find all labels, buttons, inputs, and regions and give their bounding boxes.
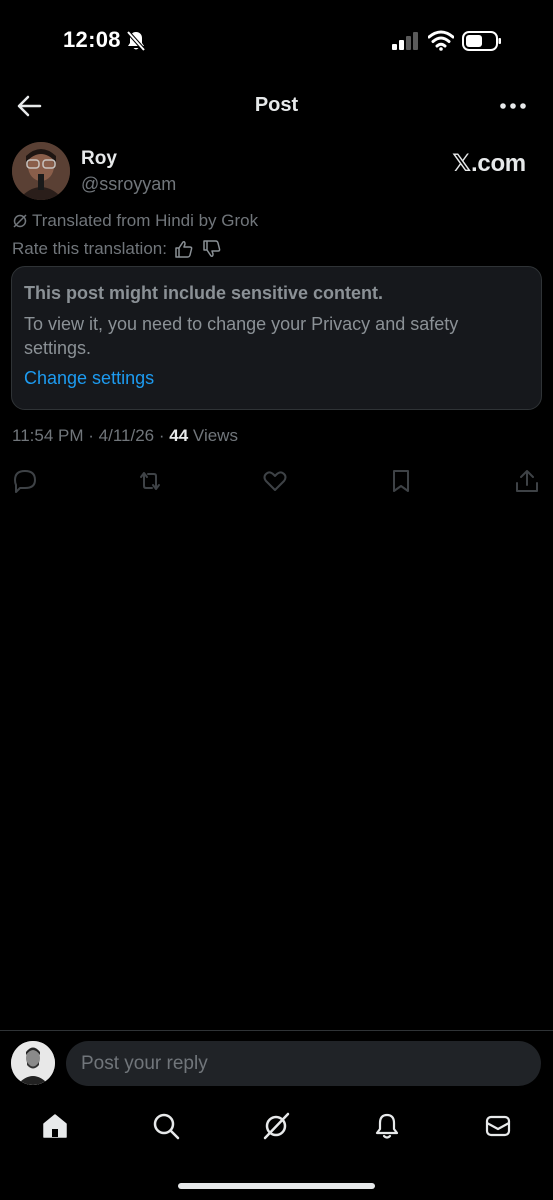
more-horizontal-icon[interactable] bbox=[498, 96, 528, 116]
post-time: 11:54 PM bbox=[12, 426, 84, 445]
rate-translation-label: Rate this translation: bbox=[12, 239, 167, 258]
author-handle[interactable]: @ssroyyam bbox=[81, 174, 176, 195]
avatar-image bbox=[12, 142, 70, 200]
bell-off-icon bbox=[126, 30, 146, 52]
reply-input[interactable] bbox=[66, 1041, 541, 1086]
repost-icon[interactable] bbox=[137, 468, 163, 494]
status-bar: 12:08 bbox=[0, 0, 553, 80]
translation-note-text: Translated from Hindi by Grok bbox=[32, 211, 259, 230]
reply-icon[interactable] bbox=[12, 468, 38, 494]
x-com-watermark: 𝕏.com bbox=[452, 150, 526, 177]
meta-separator: · bbox=[88, 426, 94, 445]
home-indicator[interactable] bbox=[178, 1183, 375, 1189]
thumbs-down-icon[interactable] bbox=[201, 239, 223, 259]
bottom-nav bbox=[0, 1105, 553, 1149]
like-icon[interactable] bbox=[262, 468, 288, 494]
divider bbox=[0, 1030, 553, 1031]
search-icon[interactable] bbox=[151, 1111, 181, 1141]
translation-note: Translated from Hindi by Grok bbox=[12, 210, 258, 232]
status-time: 12:08 bbox=[63, 27, 121, 52]
sensitive-title: This post might include sensitive conten… bbox=[24, 283, 384, 303]
change-settings-link[interactable]: Change settings bbox=[24, 368, 154, 389]
grok-icon bbox=[13, 214, 27, 228]
wifi-icon bbox=[428, 30, 454, 51]
sensitive-body: To view it, you need to change your Priv… bbox=[24, 314, 459, 358]
sensitive-content-card: This post might include sensitive conten… bbox=[11, 266, 542, 410]
current-user-avatar[interactable] bbox=[11, 1041, 55, 1085]
share-icon[interactable] bbox=[514, 468, 540, 494]
cellular-signal-icon bbox=[392, 32, 418, 50]
post-date: 4/11/26 bbox=[98, 426, 155, 445]
views-label: Views bbox=[192, 426, 238, 445]
meta-separator: · bbox=[158, 426, 165, 445]
post-actions bbox=[0, 468, 553, 496]
views-count: 44 bbox=[169, 426, 189, 445]
author-avatar[interactable] bbox=[12, 142, 70, 200]
messages-icon[interactable] bbox=[483, 1111, 513, 1141]
author-name[interactable]: Roy bbox=[81, 148, 117, 170]
home-icon[interactable] bbox=[40, 1111, 70, 1141]
page-title: Post bbox=[254, 94, 299, 116]
battery-icon bbox=[462, 31, 501, 51]
notifications-icon[interactable] bbox=[372, 1111, 402, 1141]
thumbs-up-icon[interactable] bbox=[173, 239, 195, 259]
grok-icon[interactable] bbox=[261, 1111, 291, 1141]
post-meta: 11:54 PM · 4/11/26 · 44 Views bbox=[12, 426, 238, 446]
header: Post bbox=[0, 80, 553, 132]
rate-translation: Rate this translation: bbox=[12, 238, 223, 260]
avatar-image bbox=[11, 1041, 55, 1085]
bookmark-icon[interactable] bbox=[388, 468, 414, 494]
